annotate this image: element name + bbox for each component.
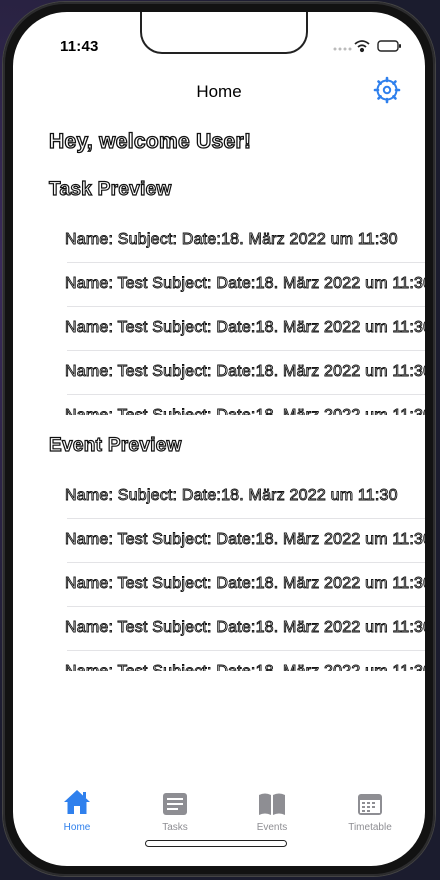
event-row[interactable]: Name: Test Subject: Date:18. März 2022 u… xyxy=(65,563,425,607)
event-row[interactable]: Name: Subject: Date:18. März 2022 um 11:… xyxy=(65,475,425,519)
status-icons xyxy=(333,40,401,53)
battery-icon xyxy=(377,40,401,52)
event-row-text: Name: Subject: Date:18. März 2022 um 11:… xyxy=(65,487,398,505)
task-row[interactable]: Name: Test Subject: Date:18. März 2022 u… xyxy=(65,263,425,307)
task-preview-list[interactable]: Name: Subject: Date:18. März 2022 um 11:… xyxy=(65,219,425,415)
welcome-heading: Hey, welcome User! xyxy=(48,129,252,153)
tab-bar: Home Tasks Events Timetable xyxy=(13,782,425,842)
task-preview-title: Task Preview xyxy=(48,178,172,200)
book-icon xyxy=(259,793,285,815)
tab-tasks[interactable]: Tasks xyxy=(135,788,215,833)
signal-icon xyxy=(333,47,352,51)
task-row-text: Name: Test Subject: Date:18. März 2022 u… xyxy=(65,319,425,337)
status-time: 11:43 xyxy=(60,38,99,55)
tab-tasks-label: Tasks xyxy=(162,822,188,833)
calendar-icon xyxy=(358,794,382,815)
tab-timetable[interactable]: Timetable xyxy=(330,788,410,833)
event-row-text: Name: Test Subject: Date:18. März 2022 u… xyxy=(65,531,425,549)
task-row[interactable]: Name: Test Subject: Date:18. März 2022 u… xyxy=(65,351,425,395)
task-row-text: Name: Test Subject: Date:18. März 2022 u… xyxy=(65,407,425,415)
task-row-text: Name: Test Subject: Date:18. März 2022 u… xyxy=(65,275,425,293)
event-row[interactable]: Name: Test Subject: Date:18. März 2022 u… xyxy=(65,519,425,563)
house-icon xyxy=(64,790,90,814)
event-preview-list[interactable]: Name: Subject: Date:18. März 2022 um 11:… xyxy=(65,475,425,671)
gear-icon[interactable] xyxy=(373,76,401,104)
task-row[interactable]: Name: Test Subject: Date:18. März 2022 u… xyxy=(65,307,425,351)
task-row-text: Name: Subject: Date:18. März 2022 um 11:… xyxy=(65,231,398,249)
tab-home-label: Home xyxy=(63,822,91,833)
list-icon xyxy=(163,793,187,815)
phone-frame: 11:43 Home Hey, welcome User! Task Previ… xyxy=(3,2,435,876)
wifi-icon xyxy=(354,40,370,53)
tab-events[interactable]: Events xyxy=(232,788,312,833)
task-row-text: Name: Test Subject: Date:18. März 2022 u… xyxy=(65,363,425,381)
event-row-text: Name: Test Subject: Date:18. März 2022 u… xyxy=(65,575,425,593)
home-indicator[interactable] xyxy=(145,840,287,847)
event-preview-title: Event Preview xyxy=(48,434,182,456)
task-row[interactable]: Name: Test Subject: Date:18. März 2022 u… xyxy=(65,395,425,415)
tab-home[interactable]: Home xyxy=(37,788,117,833)
nav-title: Home xyxy=(196,82,242,101)
notch xyxy=(140,12,308,54)
app-screen: 11:43 Home Hey, welcome User! Task Previ… xyxy=(13,12,425,866)
event-row-text: Name: Test Subject: Date:18. März 2022 u… xyxy=(65,663,425,671)
event-row-text: Name: Test Subject: Date:18. März 2022 u… xyxy=(65,619,425,637)
tab-timetable-label: Timetable xyxy=(348,822,392,833)
tab-events-label: Events xyxy=(256,822,288,833)
task-row[interactable]: Name: Subject: Date:18. März 2022 um 11:… xyxy=(65,219,425,263)
event-row[interactable]: Name: Test Subject: Date:18. März 2022 u… xyxy=(65,651,425,671)
event-row[interactable]: Name: Test Subject: Date:18. März 2022 u… xyxy=(65,607,425,651)
